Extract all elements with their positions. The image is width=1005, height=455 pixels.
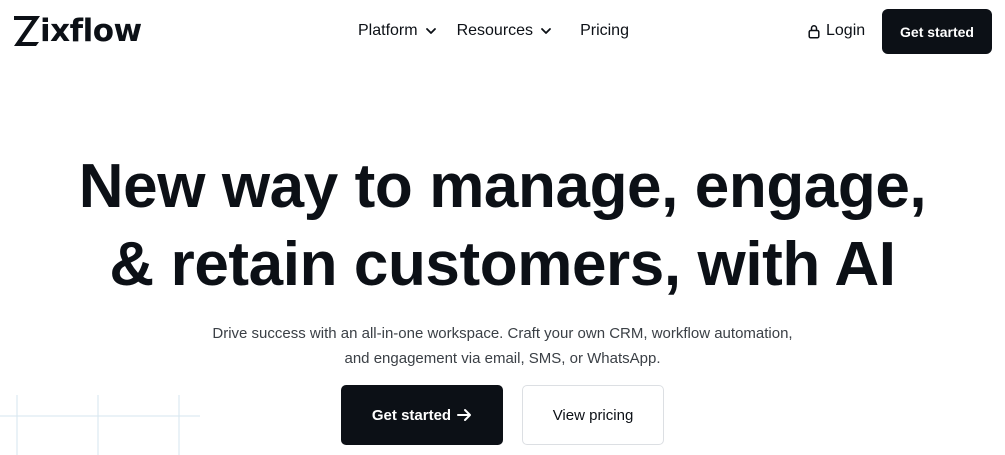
logo-mark-icon [14,16,40,46]
chevron-down-icon [425,28,436,34]
nav-item-platform[interactable]: Platform [358,22,437,40]
nav-item-label: Resources [456,22,534,39]
nav-item-pricing[interactable]: Pricing [580,22,629,40]
landing-page: ixflow Platform Resources Pricing Login … [0,0,1005,455]
logo-text: ixflow [40,13,142,49]
decorative-grid [0,395,200,455]
hero-subheadline-line: Drive success with an all-in-one workspa… [212,325,793,342]
login-label: Login [826,22,866,39]
login-link[interactable]: Login [808,20,865,42]
hero-subheadline-line: and engagement via email, SMS, or WhatsA… [344,350,661,367]
logo[interactable]: ixflow [13,13,142,49]
main-nav: Platform Resources Pricing [358,20,629,42]
view-pricing-button[interactable]: View pricing [522,385,664,445]
lock-icon [808,24,820,39]
site-header: ixflow Platform Resources Pricing Login … [0,0,1005,62]
hero-get-started-label: Get started [371,406,452,424]
nav-item-label: Pricing [580,22,629,39]
nav-item-resources[interactable]: Resources [457,22,552,40]
nav-item-label: Platform [358,22,418,39]
header-get-started-button[interactable]: Get started [882,9,992,54]
hero-get-started-button[interactable]: Get started [341,385,503,445]
chevron-down-icon [541,28,551,34]
hero-subheadline: Drive success with an all-in-one workspa… [0,321,1005,371]
arrow-right-icon [457,409,472,421]
hero-headline-line: & retain customers, with AI [109,230,896,299]
hero-headline: New way to manage, engage, & retain cust… [0,148,1005,304]
hero-headline-line: New way to manage, engage, [78,152,927,221]
